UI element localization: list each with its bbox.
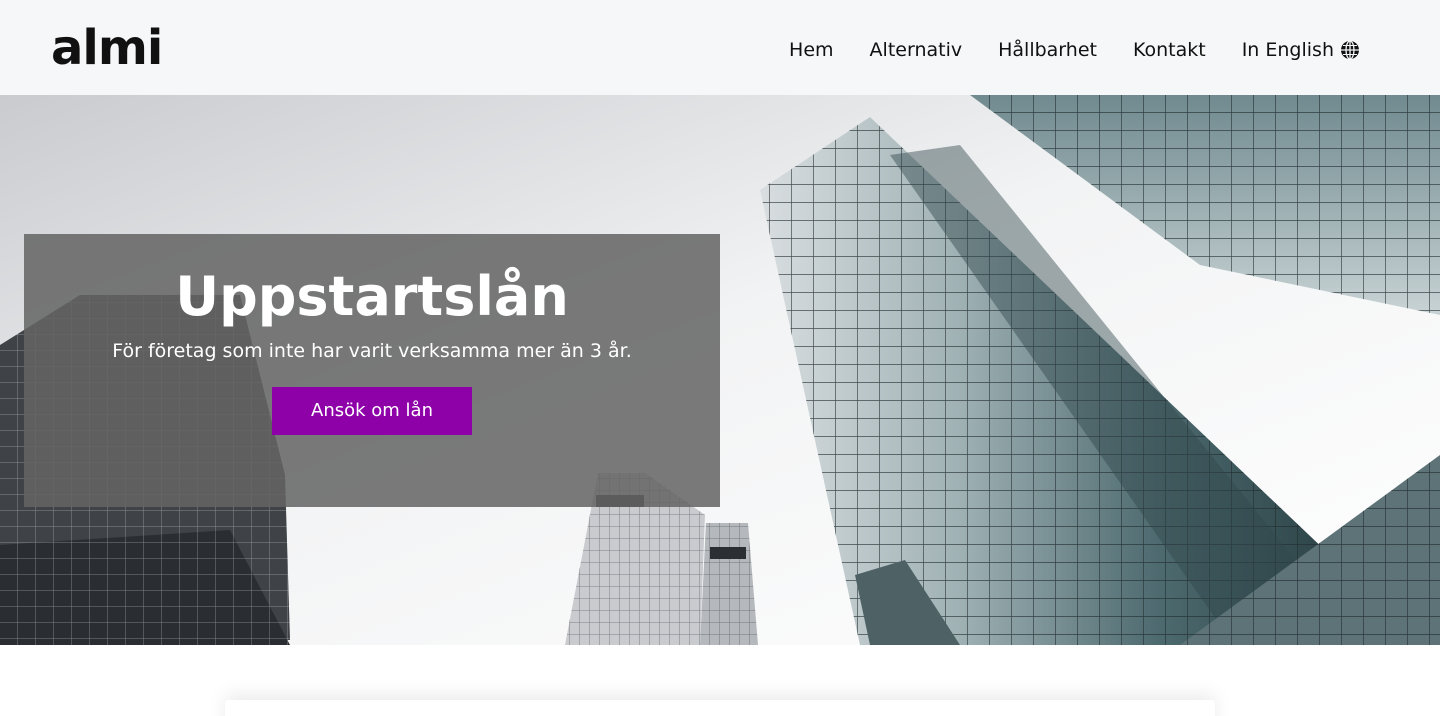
content-card (225, 700, 1215, 716)
almi-logo[interactable]: almi (51, 22, 163, 74)
nav-item-hallbarhet[interactable]: Hållbarhet (998, 37, 1097, 63)
site-header: almi Hem Alternativ Hållbarhet Kontakt I… (0, 0, 1440, 95)
main-nav: Hem Alternativ Hållbarhet Kontakt In Eng… (753, 37, 1360, 63)
nav-item-alternativ[interactable]: Alternativ (870, 37, 963, 63)
nav-item-in-english[interactable]: In English (1242, 37, 1360, 63)
hero-title: Uppstartslån (175, 265, 569, 328)
nav-item-hem[interactable]: Hem (789, 37, 834, 63)
hero-subtitle: För företag som inte har varit verksamma… (112, 340, 632, 362)
apply-loan-button[interactable]: Ansök om lån (272, 387, 472, 435)
globe-icon (1341, 40, 1359, 60)
nav-item-in-english-label: In English (1241, 39, 1334, 61)
nav-item-kontakt[interactable]: Kontakt (1133, 37, 1206, 63)
hero-overlay-box: Uppstartslån För företag som inte har va… (24, 234, 720, 507)
hero-section: Uppstartslån För företag som inte har va… (0, 95, 1440, 645)
